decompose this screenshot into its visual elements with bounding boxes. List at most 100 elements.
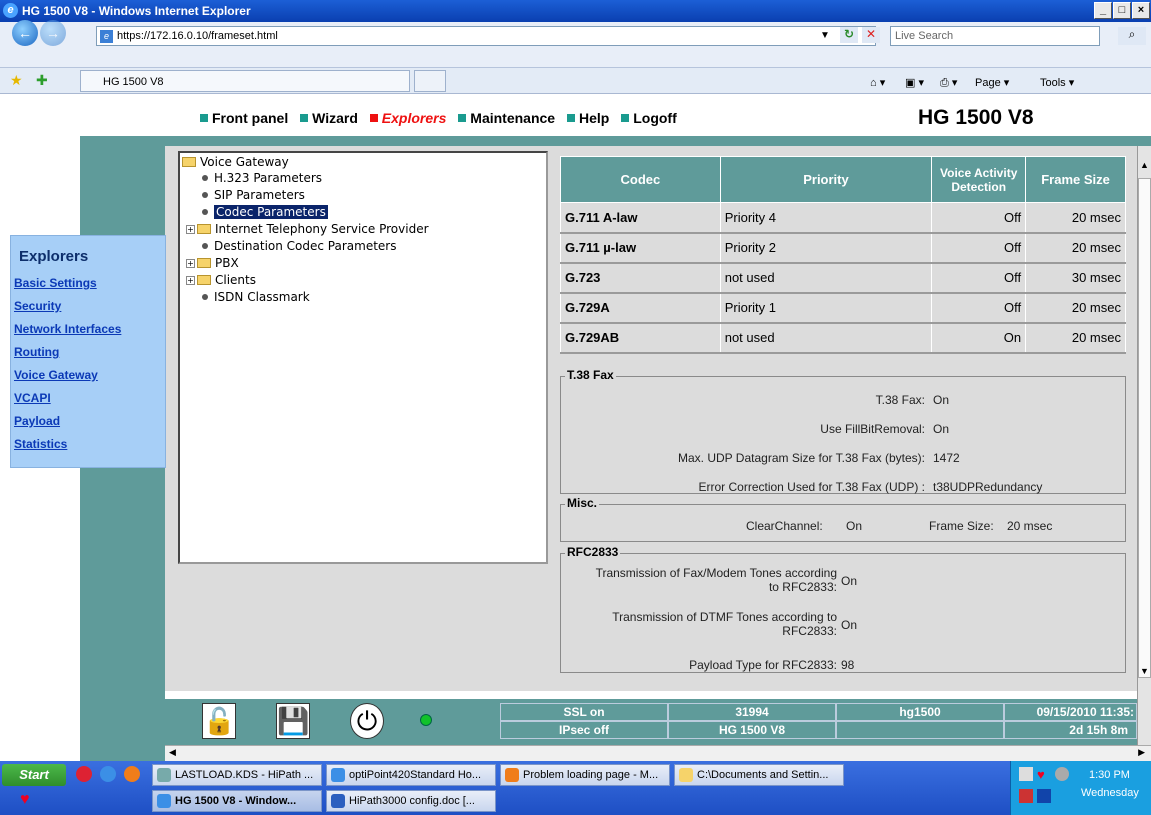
expand-icon: + [186, 276, 195, 285]
refresh-icon[interactable]: ↻ [840, 27, 858, 43]
new-tab-button[interactable] [414, 70, 446, 92]
link-security[interactable]: Security [14, 299, 61, 313]
fillbit-label: Use FillBitRemoval: [820, 422, 925, 436]
task-hg1500[interactable]: HG 1500 V8 - Window... [152, 790, 322, 812]
reset-icon[interactable]: ⏻ [350, 703, 384, 739]
scroll-right-icon[interactable]: ▶ [1138, 747, 1145, 758]
tree-root[interactable]: Voice Gateway [182, 155, 289, 169]
tree-item[interactable]: + Internet Telephony Service Provider [186, 222, 429, 236]
tray-icon[interactable] [1019, 767, 1033, 781]
nav-help[interactable]: Help [566, 110, 609, 126]
browser-tab[interactable]: HG 1500 V8 [80, 70, 410, 92]
vertical-scrollbar[interactable]: ▲ ▼ [1137, 146, 1151, 761]
cell-frame: 30 msec [1025, 262, 1126, 294]
link-voice-gateway[interactable]: Voice Gateway [14, 368, 98, 382]
search-icon[interactable]: ⌕ [1118, 27, 1146, 45]
folder-icon [679, 768, 693, 782]
url-text: https://172.16.0.10/frameset.html [117, 30, 278, 42]
tray-heart-icon[interactable]: ♥ [1037, 767, 1045, 782]
page-content: Front panel Wizard Explorers Maintenance… [0, 94, 1151, 761]
tray-network-icon[interactable] [1055, 767, 1069, 781]
link-basic-settings[interactable]: Basic Settings [14, 276, 97, 290]
tree-item-selected[interactable]: Codec Parameters [202, 205, 328, 219]
tree-item[interactable]: H.323 Parameters [202, 171, 322, 185]
tray-shield-icon[interactable] [1019, 789, 1033, 803]
tools-menu[interactable]: Tools ▾ [1040, 76, 1074, 89]
page-menu[interactable]: Page ▾ [975, 76, 1009, 89]
table-row: G.729A Priority 1 Off 20 msec [560, 292, 1126, 324]
tree-item[interactable]: + Clients [186, 273, 256, 287]
task-problem-loading[interactable]: Problem loading page - M... [500, 764, 670, 786]
codec-table-container: Codec Priority Voice Activity Detection … [560, 156, 1126, 354]
fillbit-value: On [933, 422, 950, 436]
nav-wizard[interactable]: Wizard [300, 110, 358, 126]
save-icon[interactable]: 💾 [276, 703, 310, 739]
word-icon [331, 794, 345, 808]
nav-maintenance[interactable]: Maintenance [458, 110, 555, 126]
search-input[interactable]: Live Search [890, 26, 1100, 46]
tree-item[interactable]: SIP Parameters [202, 188, 305, 202]
tray-app-icon[interactable] [1037, 789, 1051, 803]
link-statistics[interactable]: Statistics [14, 437, 67, 451]
horizontal-scrollbar[interactable]: ◀ ▶ [165, 745, 1151, 761]
tree-item[interactable]: ISDN Classmark [202, 290, 310, 304]
url-field[interactable]: e https://172.16.0.10/frameset.html [96, 26, 876, 46]
feeds-icon[interactable]: ▣ ▾ [905, 76, 924, 89]
link-payload[interactable]: Payload [14, 414, 60, 428]
payload-type-value: 98 [841, 658, 855, 672]
back-button[interactable]: ← [12, 20, 38, 46]
t38-fax-label: T.38 Fax: [875, 393, 925, 407]
clock-time[interactable]: 1:30 PM [1089, 769, 1130, 781]
task-documents[interactable]: C:\Documents and Settin... [674, 764, 844, 786]
link-vcapi[interactable]: VCAPI [14, 391, 51, 405]
ie-quicklaunch-icon[interactable] [100, 766, 116, 782]
task-lastload[interactable]: LASTLOAD.KDS - HiPath ... [152, 764, 322, 786]
header-codec: Codec [560, 156, 721, 203]
firefox-quicklaunch-icon[interactable] [124, 766, 140, 782]
task-hipath-doc[interactable]: HiPath3000 config.doc [... [326, 790, 496, 812]
scroll-left-icon[interactable]: ◀ [169, 747, 176, 758]
scroll-down-icon[interactable]: ▼ [1140, 666, 1149, 676]
dropdown-arrow-icon[interactable]: ▼ [820, 30, 830, 41]
forward-button[interactable]: → [40, 20, 66, 46]
cell-codec: G.711 A-law [560, 202, 721, 234]
task-optipoint[interactable]: optiPoint420Standard Ho... [326, 764, 496, 786]
cell-codec: G.729A [560, 292, 721, 324]
quicklaunch-icon[interactable] [76, 766, 92, 782]
nav-front-panel[interactable]: Front panel [200, 110, 288, 126]
window-titlebar: e HG 1500 V8 - Windows Internet Explorer… [0, 0, 1151, 22]
maximize-button[interactable]: □ [1113, 2, 1131, 19]
expand-icon: + [186, 225, 195, 234]
cell-priority: Priority 4 [719, 202, 933, 234]
tree-item[interactable]: + PBX [186, 256, 239, 270]
error-correction-label: Error Correction Used for T.38 Fax (UDP)… [698, 480, 925, 494]
home-icon[interactable]: ⌂ ▾ [870, 76, 885, 89]
stop-icon[interactable]: ✕ [862, 27, 880, 43]
scroll-thumb[interactable] [1138, 178, 1151, 678]
app-tray-icon[interactable]: ♥ [20, 791, 30, 809]
link-network-interfaces[interactable]: Network Interfaces [14, 322, 121, 336]
scroll-up-icon[interactable]: ▲ [1140, 160, 1149, 170]
codec-table: Codec Priority Voice Activity Detection … [560, 156, 1126, 354]
product-title: HG 1500 V8 [918, 106, 1034, 129]
add-favorites-icon[interactable]: ✚ [36, 72, 48, 89]
address-bar-area: ← → e https://172.16.0.10/frameset.html … [0, 20, 1151, 68]
start-button[interactable]: Start [2, 764, 66, 786]
header-vad: Voice Activity Detection [931, 156, 1027, 203]
close-button[interactable]: × [1132, 2, 1150, 19]
nav-explorers[interactable]: Explorers [369, 110, 446, 126]
explorers-panel: Explorers Basic Settings Security Networ… [10, 235, 166, 468]
folder-icon [197, 224, 211, 234]
t38-fax-section: T.38 Fax T.38 Fax: On Use FillBitRemoval… [560, 368, 1126, 494]
favorites-bar: ★ ✚ HG 1500 V8 ⌂ ▾ ▣ ▾ ⎙ ▾ Page ▾ Tools … [0, 68, 1151, 94]
print-icon[interactable]: ⎙ ▾ [940, 76, 957, 90]
minimize-button[interactable]: _ [1094, 2, 1112, 19]
header-frame-size: Frame Size [1025, 156, 1126, 203]
unlock-icon[interactable]: 🔓 [202, 703, 236, 739]
tree-item[interactable]: Destination Codec Parameters [202, 239, 397, 253]
clearchannel-label: ClearChannel: [746, 519, 823, 533]
link-routing[interactable]: Routing [14, 345, 59, 359]
favorites-star-icon[interactable]: ★ [10, 72, 23, 89]
nav-logoff[interactable]: Logoff [621, 110, 677, 126]
bullet-icon [202, 294, 208, 300]
